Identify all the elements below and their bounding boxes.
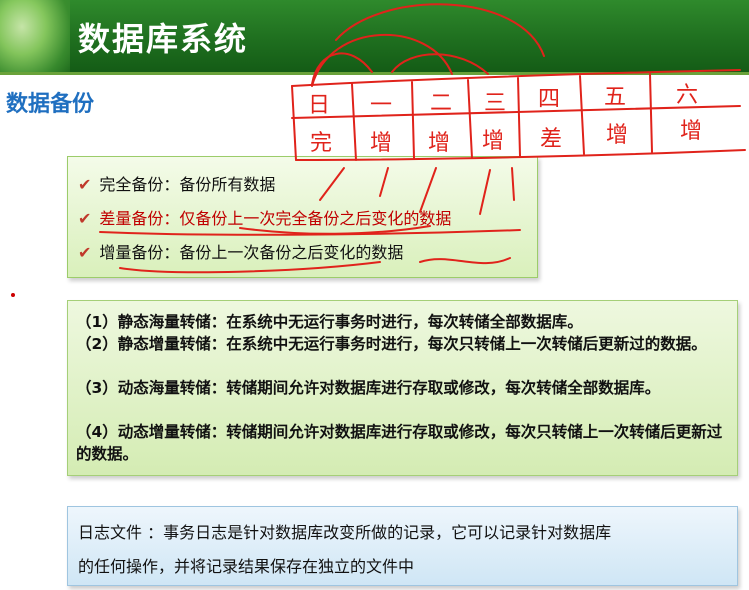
annotation-col-5 [579,75,585,155]
leaf-logo-decoration [0,0,70,72]
annotation-type-label: 差 [540,127,562,152]
dump-item-2: （2）静态增量转储：在系统中无运行事务时进行，每次只转储上一次转储后更新过的数据… [76,335,707,353]
dump-types-box: （1）静态海量转储：在系统中无运行事务时进行，每次转储全部数据库。 （2）静态增… [67,300,738,476]
annotation-col-1 [351,83,357,161]
backup-item-incremental: ✔ 增量备份：备份上一次备份之后变化的数据 [78,241,403,265]
annotation-day-label: 三 [484,91,506,116]
log-line-2: 的任何操作，并将记录结果保存在独立的文件中 [78,557,415,576]
checkmark-icon: ✔ [78,175,92,194]
stray-dot [11,293,15,297]
annotation-day-label: 六 [676,83,698,108]
annotation-grid-middle [291,105,741,119]
annotation-type-label: 增 [428,131,450,156]
annotation-col-4 [517,77,521,157]
annotation-type-label: 增 [606,123,628,148]
backup-types-box: ✔ 完全备份：备份所有数据 ✔ 差量备份：仅备份上一次完全备份之后变化的数据 ✔ 增量… [67,156,538,278]
annotation-col-2 [411,81,415,159]
annotation-col-3 [467,79,473,159]
section-title: 数据备份 [6,92,95,117]
backup-item-differential: ✔ 差量备份：仅备份上一次完全备份之后变化的数据 [78,207,451,231]
annotation-type-label: 增 [680,119,702,144]
annotation-day-label: 一 [370,93,392,118]
annotation-day-label: 四 [538,87,560,112]
header-divider [0,72,749,75]
annotation-type-label: 增 [370,131,392,156]
backup-item-label: 差量备份：仅备份上一次完全备份之后变化的数据 [99,209,452,228]
annotation-day-label: 五 [604,85,626,110]
title-banner: 数据库系统 [0,0,749,72]
dump-item-1: （1）静态海量转储：在系统中无运行事务时进行，每次转储全部数据库。 [76,313,583,331]
dump-item-3: （3）动态海量转储：转储期间允许对数据库进行存取或修改，每次转储全部数据库。 [76,379,661,397]
checkmark-icon: ✔ [78,209,92,228]
backup-item-full: ✔ 完全备份：备份所有数据 [78,173,275,197]
annotation-type-label: 增 [482,129,504,154]
annotation-type-label: 完 [310,131,332,156]
annotation-day-label: 日 [308,93,330,118]
annotation-grid-left [291,85,297,161]
backup-item-label: 增量备份：备份上一次备份之后变化的数据 [99,243,404,262]
log-line-1: 日志文件 ：事务日志是针对数据库改变所做的记录，它可以记录针对数据库 [78,523,612,542]
backup-item-label: 完全备份：备份所有数据 [99,175,276,194]
log-file-box: 日志文件 ：事务日志是针对数据库改变所做的记录，它可以记录针对数据库 的任何操作… [67,506,738,586]
handwritten-annotation-layer: 日 一 二 三 四 五 六 完 增 增 增 差 增 增 [99,3,746,274]
checkmark-icon: ✔ [78,243,92,262]
annotation-col-6 [649,73,653,153]
dump-item-4: （4）动态增量转储：转储期间允许对数据库进行存取或修改，每次只转储上一次转储后更… [76,423,723,463]
page-title: 数据库系统 [78,20,249,58]
annotation-day-label: 二 [430,91,452,116]
